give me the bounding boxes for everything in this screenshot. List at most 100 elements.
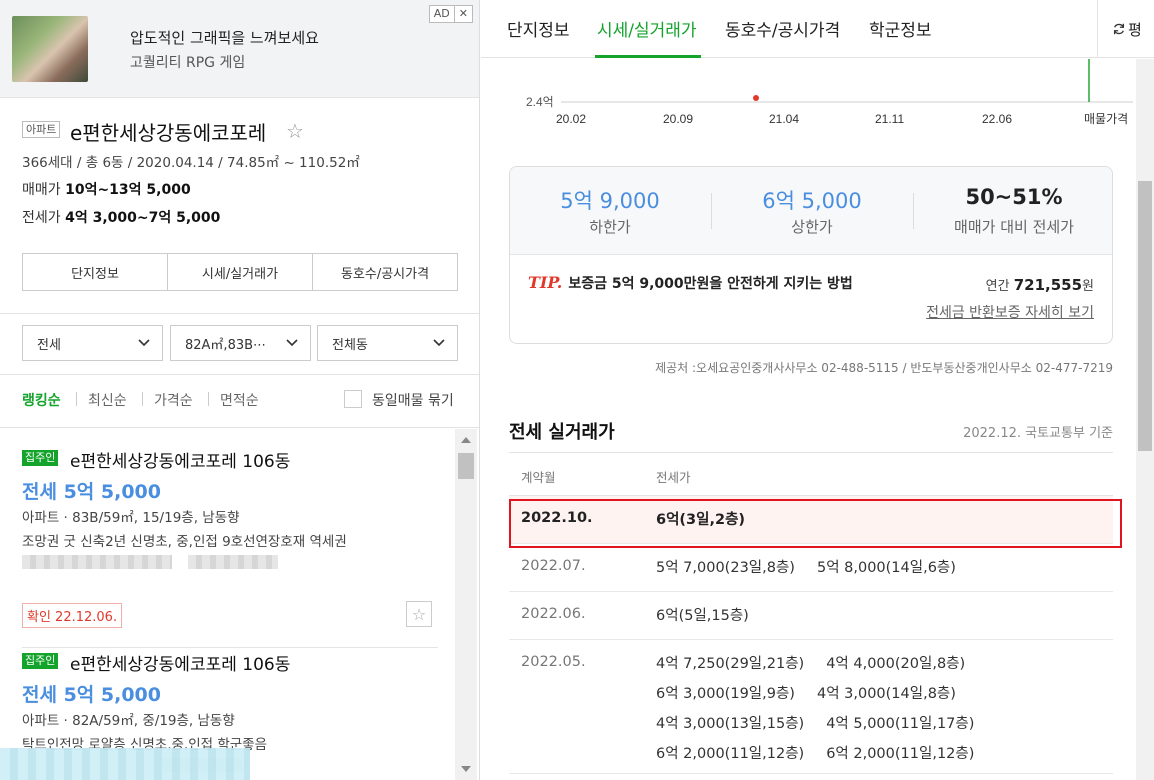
high-price-column: 6억 5,000 상한가	[712, 167, 912, 255]
transactions-title: 전세 실거래가	[509, 422, 615, 443]
guarantee-details-link[interactable]: 전세금 반환보증 자세히 보기	[926, 302, 1094, 322]
tab-price-transactions[interactable]: 시세/실거래가	[167, 254, 312, 290]
price-chart: 2.4억 20.02 20.09 21.04 21.11 22.06 매물가격	[526, 59, 1133, 126]
jeonse-prices: 6억(5일,15층)	[656, 604, 1106, 634]
table-row: 2022.07. 5억 7,000(23일,8층) 5억 8,000(14일,6층)	[509, 544, 1113, 592]
sort-latest[interactable]: 최신순	[88, 390, 127, 410]
data-source: 제공처 :오세요공인중개사사무소 02-488-5115 / 반도부동산중개인사…	[655, 361, 1113, 375]
chevron-down-icon	[286, 339, 298, 347]
unit-toggle-button[interactable]: 평	[1097, 0, 1154, 58]
listing-name[interactable]: e편한세상강동에코포레 106동	[70, 447, 290, 472]
listing-name[interactable]: e편한세상강동에코포레 106동	[70, 650, 290, 675]
sale-price-row: 매매가 10억~13억 5,000	[22, 179, 191, 199]
left-panel: 압도적인 그래픽을 느껴보세요 고퀄리티 RPG 게임 AD ✕ 아파트 e편한…	[0, 0, 480, 780]
jeonse-ratio-value: 50~51%	[965, 185, 1063, 209]
group-listings-label[interactable]: 동일매물 묶기	[372, 390, 454, 410]
x-tick-label: 20.02	[556, 112, 586, 126]
price-line: 6억(5일,15층)	[656, 604, 1106, 634]
transaction-price: 6억 2,000(11일,12층)	[656, 746, 805, 762]
sort-ranking[interactable]: 랭킹순	[22, 390, 61, 410]
trade-type-select[interactable]: 전세	[22, 325, 163, 361]
transaction-price: 6억(5일,15층)	[656, 608, 749, 624]
star-icon[interactable]: ☆	[286, 119, 304, 143]
listing-scrollbar[interactable]	[455, 429, 477, 780]
dong-value: 전체동	[332, 337, 368, 353]
annual-fee-unit: 원	[1082, 279, 1094, 294]
highlight-box	[509, 499, 1122, 548]
table-header: 계약월 전세가	[509, 452, 1113, 496]
transaction-price: 6억 3,000(19일,9층)	[656, 686, 795, 702]
price-line: 4억 7,250(29일,21층) 4억 4,000(20일,8층)	[656, 652, 1106, 682]
tab-school-info[interactable]: 학군정보	[869, 16, 932, 41]
area-select[interactable]: 82A㎡,83B⋯	[170, 325, 311, 361]
sort-area[interactable]: 면적순	[220, 390, 259, 410]
jeonse-price-row: 전세가 4억 3,000~7억 5,000	[22, 207, 220, 227]
sort-divider	[208, 392, 209, 406]
table-row: 2022.05. 4억 7,250(29일,21층) 4억 4,000(20일,8층…	[509, 640, 1113, 774]
transaction-price: 4억 7,250(29일,21층)	[656, 656, 805, 672]
active-tab-underline	[595, 55, 701, 58]
x-tick-label: 21.04	[769, 112, 799, 126]
low-price-label: 하한가	[589, 218, 631, 236]
owner-badge: 집주인	[22, 653, 59, 669]
ad-thumbnail[interactable]	[12, 16, 88, 82]
low-price-value: 5억 9,000	[560, 189, 660, 213]
jeonse-price-value: 4억 3,000~7억 5,000	[65, 210, 221, 226]
complex-meta: 366세대 / 총 6동 / 2020.04.14 / 74.85㎡ ~ 110…	[22, 155, 360, 171]
table-row: 2022.06. 6억(5일,15층)	[509, 592, 1113, 640]
favorite-star-icon[interactable]: ☆	[406, 601, 432, 627]
price-line: 4억 3,000(13일,15층) 4억 5,000(11일,17층)	[656, 712, 1106, 742]
scroll-thumb[interactable]	[1138, 181, 1152, 451]
owner-badge: 집주인	[22, 450, 59, 466]
group-listings-checkbox[interactable]	[344, 390, 362, 408]
ad-badge: AD ✕	[428, 5, 473, 23]
tip-text: 보증금 5억 9,000만원을 안전하게 지키는 방법	[568, 276, 853, 292]
contract-month: 2022.07.	[521, 558, 586, 574]
annual-fee-prefix: 연간	[985, 279, 1010, 294]
contract-month: 2022.05.	[521, 654, 586, 670]
jeonse-ratio-label: 매매가 대비 전세가	[954, 218, 1074, 236]
scroll-thumb[interactable]	[458, 453, 474, 479]
unit-toggle-label: 평	[1128, 20, 1142, 39]
sale-price-value: 10억~13억 5,000	[65, 182, 191, 198]
ad-title[interactable]: 압도적인 그래픽을 느껴보세요	[130, 27, 319, 48]
tab-price-transactions[interactable]: 시세/실거래가	[597, 16, 697, 41]
jeonse-prices: 4억 7,250(29일,21층) 4억 4,000(20일,8층) 6억 3,00…	[656, 652, 1106, 772]
scroll-up-icon[interactable]	[461, 437, 471, 443]
transaction-price: 4억 4,000(20일,8층)	[826, 656, 966, 672]
close-icon[interactable]: ✕	[453, 6, 472, 22]
complex-tabs: 단지정보 시세/실거래가 동호수/공시가격	[22, 253, 458, 291]
area-value: 82A㎡,83B⋯	[185, 337, 267, 353]
chevron-down-icon	[138, 339, 150, 347]
y-tick-label: 2.4억	[526, 95, 554, 109]
contract-month: 2022.06.	[521, 606, 586, 622]
detail-scrollbar[interactable]	[1136, 59, 1154, 780]
ad-subtitle[interactable]: 고퀄리티 RPG 게임	[130, 52, 245, 72]
low-price-column: 5억 9,000 하한가	[510, 167, 710, 255]
sale-price-label: 매매가	[22, 182, 61, 198]
tab-complex-info[interactable]: 단지정보	[507, 16, 570, 41]
tab-unit-public-price[interactable]: 동호수/공시가격	[312, 254, 457, 290]
annual-fee: 연간 721,555원	[986, 275, 1094, 294]
listing-list: 집주인 e편한세상강동에코포레 106동 전세 5억 5,000 아파트 · 8…	[0, 429, 479, 780]
chevron-down-icon	[433, 339, 445, 347]
complex-summary: 아파트 e편한세상강동에코포레 ☆ 366세대 / 총 6동 / 2020.04…	[0, 99, 479, 314]
tip-mark: TIP.	[528, 273, 563, 292]
dong-select[interactable]: 전체동	[317, 325, 458, 361]
transaction-price: 6억 2,000(11일,12층)	[826, 746, 975, 762]
list-item[interactable]: 집주인 e편한세상강동에코포레 106동 전세 5억 5,000 아파트 · 8…	[22, 447, 438, 649]
sort-price[interactable]: 가격순	[154, 390, 193, 410]
scroll-down-icon[interactable]	[461, 766, 471, 772]
sort-divider	[142, 392, 143, 406]
legend-label: 매물가격	[1084, 112, 1128, 126]
listing-spec: 아파트 · 83B/59㎡, 15/19층, 남동향	[22, 510, 240, 526]
tab-complex-info[interactable]: 단지정보	[23, 254, 167, 290]
refresh-icon	[1113, 23, 1125, 35]
transaction-price: 5억 8,000(14일,6층)	[816, 560, 956, 576]
property-type-badge: 아파트	[22, 121, 61, 138]
tab-unit-public-price[interactable]: 동호수/공시가격	[725, 16, 840, 41]
x-axis-ticks: 20.02 20.09 21.04 21.11 22.06	[556, 112, 1012, 126]
data-point[interactable]	[753, 95, 759, 101]
listing-price: 전세 5억 5,000	[22, 481, 161, 503]
ad-banner[interactable]: 압도적인 그래픽을 느껴보세요 고퀄리티 RPG 게임 AD ✕	[0, 0, 479, 98]
